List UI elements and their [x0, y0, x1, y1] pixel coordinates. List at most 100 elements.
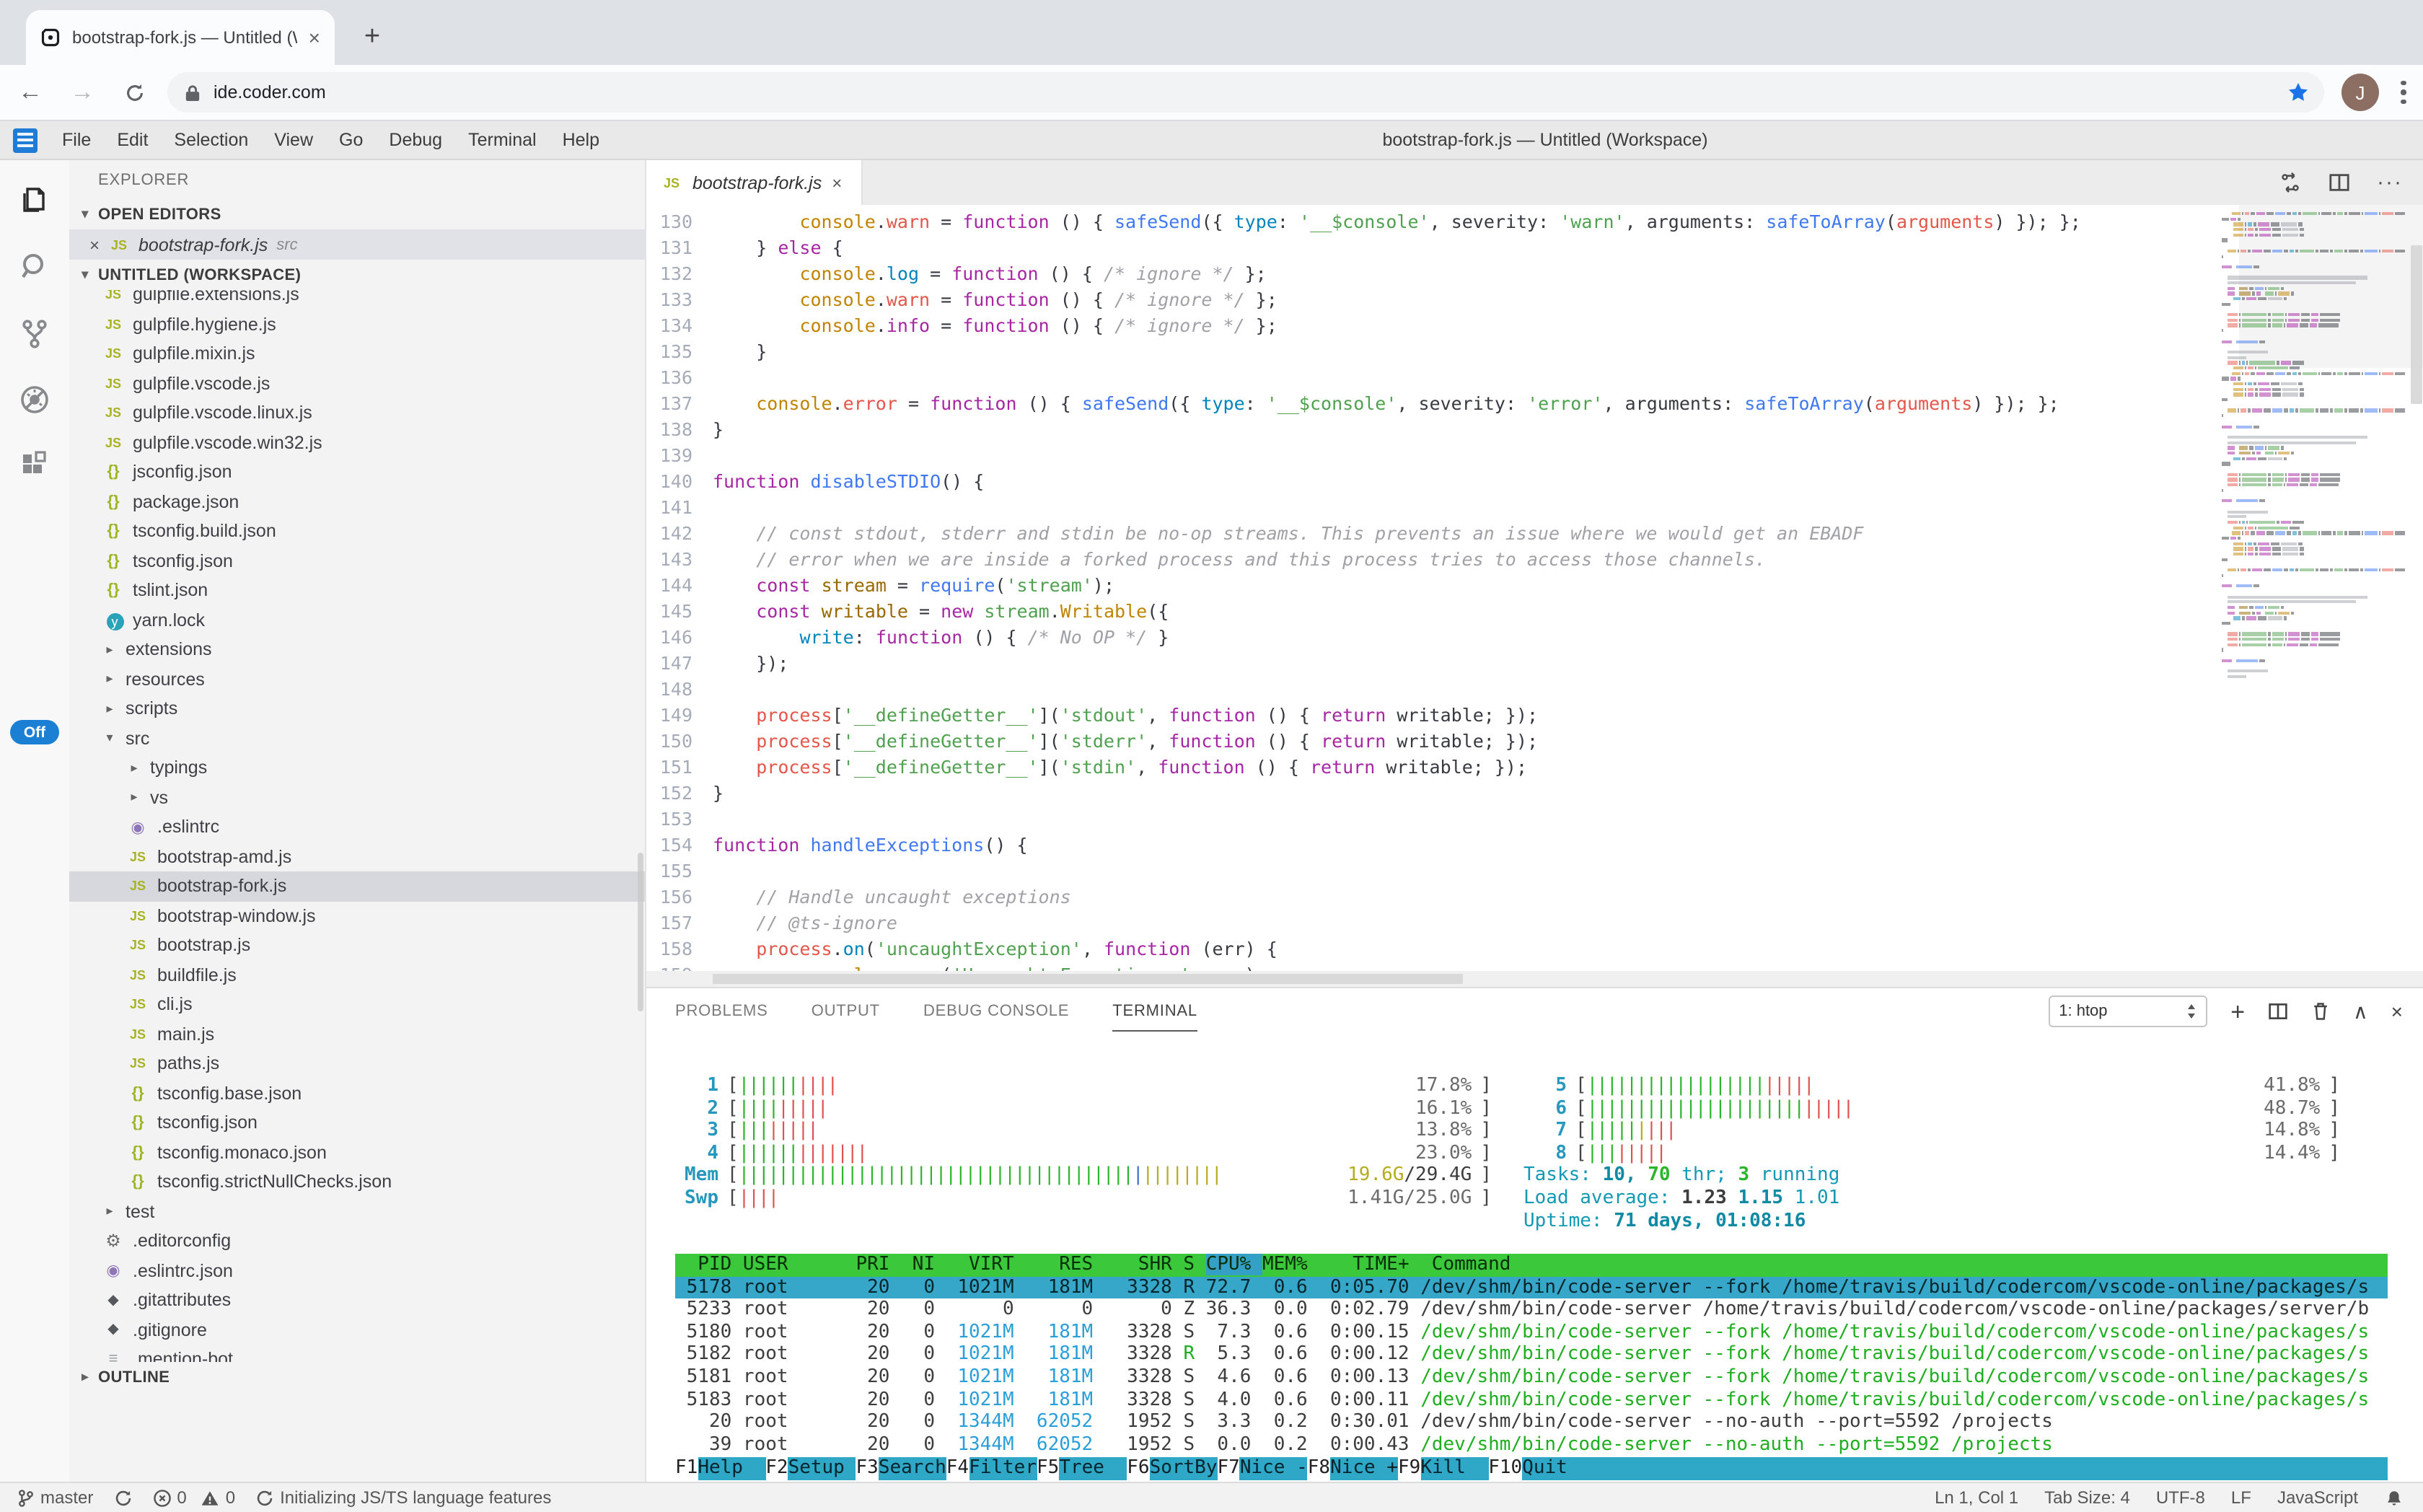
close-icon[interactable]: × [89, 234, 100, 255]
menu-edit[interactable]: Edit [104, 130, 161, 150]
panel-tab-debug-console[interactable]: DEBUG CONSOLE [923, 1003, 1069, 1020]
new-tab-button[interactable]: + [355, 20, 390, 55]
tree-item-vs[interactable]: ▸vs [69, 783, 645, 812]
problems-status[interactable]: 0 0 [152, 1487, 235, 1508]
tree-item-.eslintrc[interactable]: ◉.eslintrc [69, 812, 645, 842]
explorer-icon[interactable] [17, 183, 52, 218]
tree-item-tsconfig.strictNullChecks.json[interactable]: {}tsconfig.strictNullChecks.json [69, 1167, 645, 1197]
panel-tab-output[interactable]: OUTPUT [812, 1003, 880, 1020]
split-editor-icon[interactable] [2328, 172, 2349, 193]
maximize-panel-icon[interactable]: ∧ [2353, 1001, 2368, 1021]
panel-tab-problems[interactable]: PROBLEMS [675, 1003, 768, 1020]
tree-item-.gitignore[interactable]: ◆.gitignore [69, 1315, 645, 1345]
sync-icon[interactable] [2279, 172, 2300, 193]
sidebar-scrollbar[interactable] [638, 853, 643, 1011]
status-javascript[interactable]: JavaScript [2277, 1487, 2358, 1508]
tree-item-typings[interactable]: ▸typings [69, 753, 645, 783]
tree-item-package.json[interactable]: {}package.json [69, 487, 645, 517]
tree-item-cli.js[interactable]: JScli.js [69, 990, 645, 1019]
tree-item-gulpfile.extensions.js[interactable]: JSgulpfile.extensions.js [69, 290, 645, 309]
open-editor-item[interactable]: × JS bootstrap-fork.js src [69, 229, 645, 260]
tree-item-tsconfig.monaco.json[interactable]: {}tsconfig.monaco.json [69, 1138, 645, 1167]
off-badge[interactable]: Off [10, 720, 59, 744]
code-line-139: 139 [646, 443, 2204, 469]
tree-item-tsconfig.build.json[interactable]: {}tsconfig.build.json [69, 517, 645, 546]
editor-tab[interactable]: JS bootstrap-fork.js × [646, 160, 863, 205]
menu-go[interactable]: Go [326, 130, 376, 150]
menu-view[interactable]: View [261, 130, 326, 150]
menu-file[interactable]: File [49, 130, 104, 150]
tree-item-.eslintrc.json[interactable]: ◉.eslintrc.json [69, 1256, 645, 1285]
open-editors-section[interactable]: ▾ OPEN EDITORS [69, 199, 645, 229]
editor-scrollbar[interactable] [2410, 245, 2422, 404]
tree-item-main.js[interactable]: JSmain.js [69, 1019, 645, 1049]
status-ln-1-col-1[interactable]: Ln 1, Col 1 [1935, 1487, 2018, 1508]
close-icon[interactable]: × [832, 172, 842, 193]
workspace-section[interactable]: ▾ UNTITLED (WORKSPACE) [69, 260, 645, 290]
tree-item-gulpfile.hygiene.js[interactable]: JSgulpfile.hygiene.js [69, 309, 645, 339]
status-lf[interactable]: LF [2231, 1487, 2251, 1508]
tree-item-test[interactable]: ▸test [69, 1197, 645, 1226]
tree-item-bootstrap-window.js[interactable]: JSbootstrap-window.js [69, 901, 645, 931]
activity-bar: Off ⚙ [0, 160, 69, 1482]
source-control-icon[interactable] [17, 316, 52, 351]
url-bar[interactable]: ide.coder.com [167, 72, 2324, 113]
tree-item-.gitattributes[interactable]: ◆.gitattributes [69, 1285, 645, 1315]
menu-debug[interactable]: Debug [376, 130, 455, 150]
debug-icon[interactable] [17, 382, 52, 417]
tree-item-scripts[interactable]: ▸scripts [69, 694, 645, 724]
browser-tab-close-icon[interactable]: × [309, 27, 320, 48]
tree-item-tsconfig.base.json[interactable]: {}tsconfig.base.json [69, 1078, 645, 1108]
tree-item-tsconfig.json[interactable]: {}tsconfig.json [69, 1108, 645, 1138]
reload-icon[interactable] [113, 71, 156, 114]
extensions-icon[interactable] [17, 449, 52, 483]
status-utf-8[interactable]: UTF-8 [2156, 1487, 2205, 1508]
more-actions-icon[interactable]: ··· [2377, 170, 2403, 195]
kill-terminal-icon[interactable] [2311, 1001, 2330, 1021]
menu-selection[interactable]: Selection [161, 130, 261, 150]
tree-item-gulpfile.mixin.js[interactable]: JSgulpfile.mixin.js [69, 339, 645, 369]
new-terminal-icon[interactable]: + [2230, 999, 2245, 1024]
tree-item-tslint.json[interactable]: {}tslint.json [69, 576, 645, 605]
tree-item-bootstrap-amd.js[interactable]: JSbootstrap-amd.js [69, 842, 645, 871]
sync-status[interactable] [113, 1488, 132, 1507]
editor-horizontal-scrollbar[interactable] [646, 971, 2423, 987]
menu-terminal[interactable]: Terminal [455, 130, 550, 150]
tree-item-gulpfile.vscode.linux.js[interactable]: JSgulpfile.vscode.linux.js [69, 398, 645, 428]
tree-item-src[interactable]: ▾src [69, 724, 645, 753]
panel-tab-terminal[interactable]: TERMINAL [1112, 1003, 1197, 1020]
tree-item-.mention-bot[interactable]: ≡.mention-bot [69, 1345, 645, 1362]
menu-help[interactable]: Help [550, 130, 612, 150]
bell-icon[interactable] [2384, 1488, 2403, 1507]
code-line-155: 155 [646, 858, 2204, 884]
minimap[interactable] [2221, 212, 2406, 731]
terminal-select[interactable]: 1: htop [2049, 995, 2207, 1027]
tree-item-paths.js[interactable]: JSpaths.js [69, 1049, 645, 1078]
status-tab-size-4[interactable]: Tab Size: 4 [2044, 1487, 2130, 1508]
bookmark-star-icon[interactable] [2287, 81, 2310, 104]
tree-item-tsconfig.json[interactable]: {}tsconfig.json [69, 546, 645, 576]
tree-item-bootstrap.js[interactable]: JSbootstrap.js [69, 931, 645, 960]
tree-item-gulpfile.vscode.win32.js[interactable]: JSgulpfile.vscode.win32.js [69, 428, 645, 457]
avatar[interactable]: J [2341, 74, 2379, 111]
split-terminal-icon[interactable] [2268, 1001, 2288, 1021]
tree-item-.editorconfig[interactable]: ⚙.editorconfig [69, 1226, 645, 1256]
tree-item-jsconfig.json[interactable]: {}jsconfig.json [69, 457, 645, 487]
browser-tab[interactable]: bootstrap-fork.js — Untitled (W × [26, 10, 335, 65]
tree-item-yarn.lock[interactable]: yyarn.lock [69, 605, 645, 635]
code-editor[interactable]: 130 console.warn = function () { safeSen… [646, 205, 2423, 987]
outline-section[interactable]: ▸ OUTLINE [69, 1362, 645, 1392]
close-panel-icon[interactable]: × [2391, 1001, 2403, 1021]
tree-item-resources[interactable]: ▸resources [69, 664, 645, 694]
tree-item-bootstrap-fork.js[interactable]: JSbootstrap-fork.js [69, 871, 645, 901]
language-status[interactable]: Initializing JS/TS language features [255, 1487, 551, 1508]
tree-item-extensions[interactable]: ▸extensions [69, 635, 645, 664]
tree-item-gulpfile.vscode.js[interactable]: JSgulpfile.vscode.js [69, 369, 645, 398]
terminal[interactable]: 1[||||||||||17.8%]2[|||||||||16.1%]3[|||… [646, 1034, 2423, 1483]
browser-menu-icon[interactable] [2388, 74, 2419, 111]
forward-icon[interactable]: → [61, 71, 104, 114]
tree-item-buildfile.js[interactable]: JSbuildfile.js [69, 960, 645, 990]
git-branch-status[interactable]: master [17, 1487, 93, 1508]
search-icon[interactable] [17, 250, 52, 284]
back-icon[interactable]: ← [9, 71, 52, 114]
